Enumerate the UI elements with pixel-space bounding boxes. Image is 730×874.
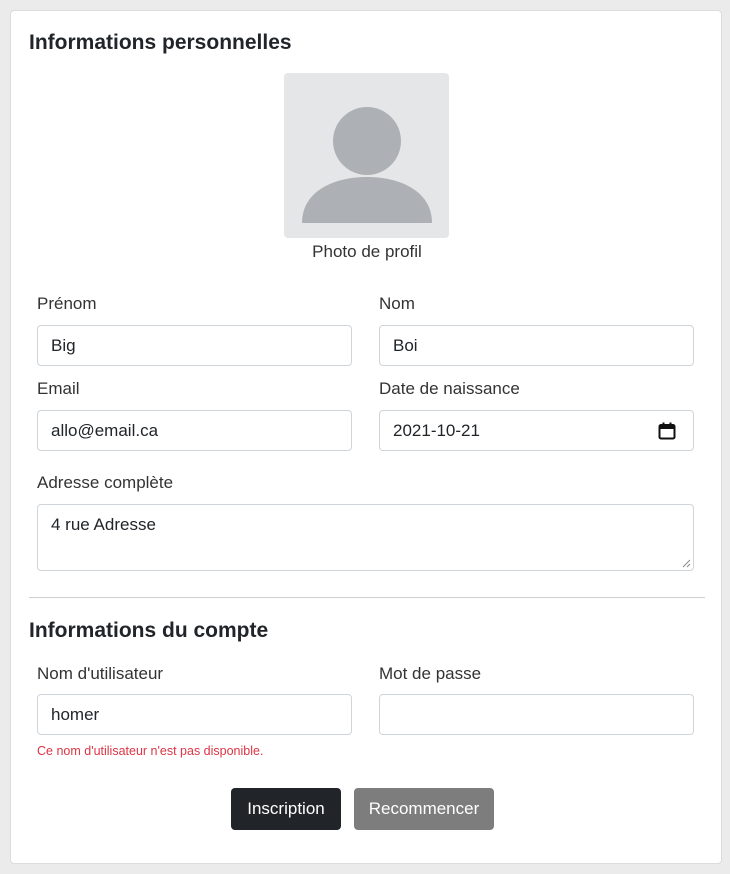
username-value: homer <box>51 704 100 724</box>
address-value: 4 rue Adresse <box>51 515 156 534</box>
submit-button[interactable]: Inscription <box>231 788 341 830</box>
birth-date-input[interactable]: 2021-10-21 <box>379 410 694 451</box>
user-silhouette-icon <box>302 107 432 223</box>
username-label: Nom d'utilisateur <box>37 664 164 683</box>
registration-card: Informations personnelles Photo de profi… <box>10 10 722 864</box>
first-name-input[interactable]: Big <box>37 325 352 366</box>
email-label: Email <box>37 379 80 398</box>
birth-date-label: Date de naissance <box>379 379 520 398</box>
personal-info-title: Informations personnelles <box>29 31 292 54</box>
username-error-message: Ce nom d'utilisateur n'est pas disponibl… <box>37 744 264 758</box>
password-label: Mot de passe <box>379 664 482 683</box>
email-value: allo@email.ca <box>51 420 159 440</box>
account-info-title: Informations du compte <box>29 619 269 642</box>
profile-photo-avatar[interactable] <box>284 73 449 238</box>
username-input[interactable]: homer <box>37 694 352 735</box>
last-name-value: Boi <box>393 335 418 355</box>
first-name-label: Prénom <box>37 294 97 313</box>
birth-date-value: 2021-10-21 <box>393 420 480 440</box>
address-textarea[interactable]: 4 rue Adresse <box>37 504 694 571</box>
email-input[interactable]: allo@email.ca <box>37 410 352 451</box>
section-divider <box>29 597 705 598</box>
profile-photo-caption: Photo de profil <box>312 242 422 261</box>
reset-button[interactable]: Recommencer <box>354 788 494 830</box>
address-label: Adresse complète <box>37 473 174 492</box>
resize-handle-icon[interactable] <box>682 559 691 568</box>
password-input[interactable] <box>379 694 694 735</box>
last-name-label: Nom <box>379 294 415 313</box>
first-name-value: Big <box>51 335 76 355</box>
last-name-input[interactable]: Boi <box>379 325 694 366</box>
calendar-icon[interactable] <box>658 422 676 440</box>
